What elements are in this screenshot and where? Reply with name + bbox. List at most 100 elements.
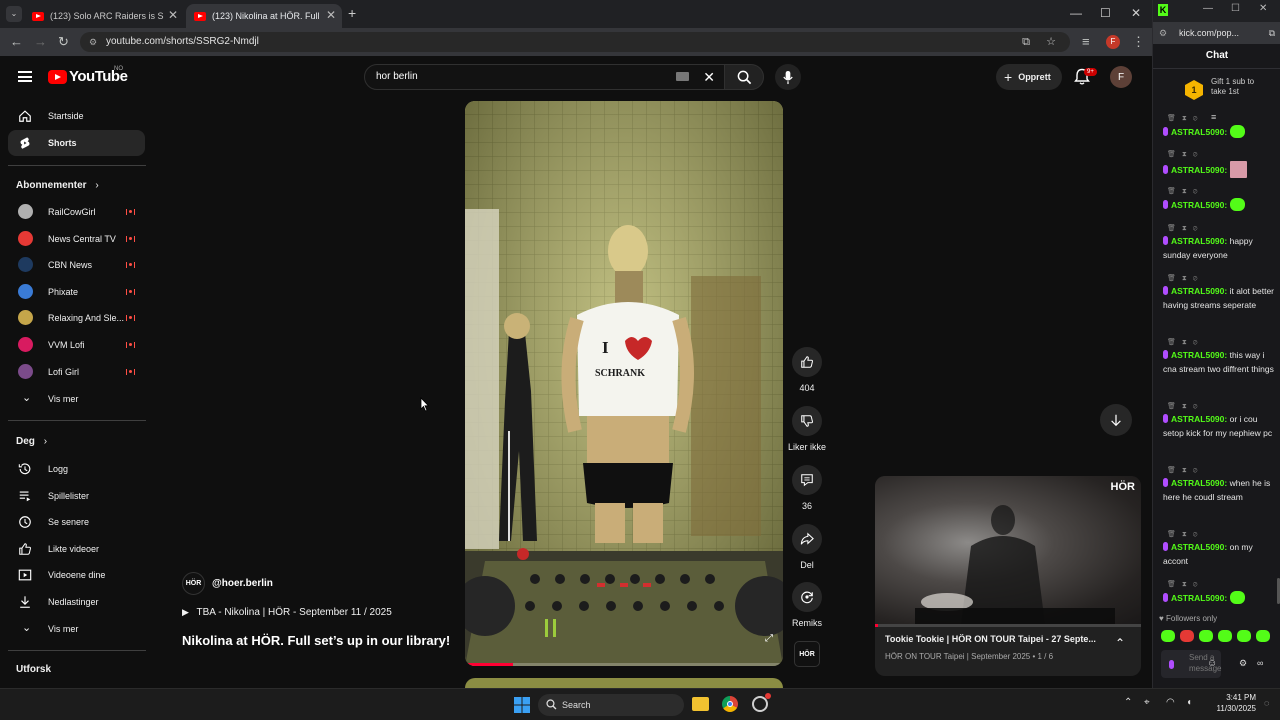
delete-icon[interactable]: 🗑 [1167,275,1182,282]
chat-username[interactable]: ASTRAL5090: [1171,414,1227,424]
miniplayer-progress-track[interactable] [875,624,1141,627]
close-tab-icon[interactable]: ✕ [326,8,336,22]
subscription-item[interactable]: Lofi Girl [8,359,145,385]
tab-arc-raiders[interactable]: (123) Solo ARC Raiders is S ✕ [24,4,184,28]
voice-search-button[interactable] [775,64,801,90]
subscription-item[interactable]: VVM Lofi [8,332,145,358]
browser-menu-icon[interactable]: ⋮ [1132,34,1145,50]
ban-icon[interactable]: ⊘ [1193,339,1204,346]
timeout-icon[interactable]: ⧗ [1182,275,1193,282]
message-mod-tools[interactable]: 🗑⧗⊘ [1167,274,1203,283]
expand-queue-icon[interactable]: ⌃ [1115,636,1125,650]
ban-icon[interactable]: ⊘ [1193,467,1204,474]
minimize-icon[interactable]: — [1203,3,1213,14]
delete-icon[interactable]: 🗑 [1167,151,1182,158]
message-mod-tools[interactable]: 🗑⧗⊘ [1167,224,1203,233]
timeout-icon[interactable]: ⧗ [1182,403,1193,410]
short-progress-track[interactable] [465,663,783,666]
media-control-icon[interactable]: ≡ [1082,34,1090,49]
you-item[interactable]: Se senere [8,509,145,535]
windows-start-icon[interactable] [514,697,530,713]
search-input[interactable]: hor berlin ✕ [364,64,726,90]
message-mod-tools[interactable]: 🗑⧗⊘ [1167,530,1203,539]
subscription-item[interactable]: News Central TV [8,226,145,252]
sidebar-item-shorts[interactable]: Shorts [8,130,145,156]
you-item[interactable]: Logg [8,456,145,482]
keyboard-icon[interactable] [676,72,689,81]
you-header[interactable]: Deg › [16,436,47,447]
back-icon[interactable]: ← [10,34,23,49]
delete-icon[interactable]: 🗑 [1167,115,1182,122]
subscription-item[interactable]: CBN News [8,252,145,278]
chat-users-icon[interactable]: ∞ [1257,658,1263,668]
quick-emote-icon[interactable] [1218,630,1232,642]
subscription-item[interactable]: Phixate [8,279,145,305]
channel-handle[interactable]: @hoer.berlin [212,578,273,589]
chrome-icon[interactable] [722,696,738,712]
taskbar-search[interactable]: Search [538,694,684,716]
comments-button[interactable] [792,465,822,495]
you-item[interactable]: Likte videoer [8,536,145,562]
gift-sub-banner[interactable]: 1 Gift 1 sub to take 1st [1153,70,1280,114]
clock[interactable]: 3:41 PM 11/30/2025 [1206,692,1256,714]
chat-username[interactable]: ASTRAL5090: [1171,236,1227,246]
tab-search-button[interactable]: ⌄ [6,6,22,22]
sidebar-item-home[interactable]: Startside [8,103,145,129]
quick-emote-icon[interactable] [1161,630,1175,642]
install-app-icon[interactable]: ⧉ [1022,32,1030,52]
dislike-button[interactable] [792,406,822,436]
subscriptions-header[interactable]: Abonnementer › [16,180,99,191]
miniplayer[interactable]: HÖR Tookie Tookie | HÖR ON TOUR Taipei -… [875,476,1141,676]
kick-url-bar[interactable]: ⚙ kick.com/pop... ⧉ [1153,22,1280,44]
ban-icon[interactable]: ⊘ [1193,275,1204,282]
delete-icon[interactable]: 🗑 [1167,467,1182,474]
file-explorer-icon[interactable] [692,697,709,711]
timeout-icon[interactable]: ⧗ [1182,581,1193,588]
channel-avatar[interactable]: HÖR [182,572,205,595]
open-app-icon[interactable]: ⧉ [1269,22,1275,44]
site-info-icon[interactable]: ⚙ [1159,22,1167,44]
close-tab-icon[interactable]: ✕ [168,8,178,22]
create-button[interactable]: + Opprett [996,64,1062,90]
ban-icon[interactable]: ⊘ [1193,151,1204,158]
message-mod-tools[interactable]: 🗑⧗⊘ [1167,187,1203,196]
chat-username[interactable]: ASTRAL5090: [1171,165,1227,175]
wifi-icon[interactable]: ◠ [1166,697,1175,708]
quick-emote-icon[interactable] [1180,630,1194,642]
timeout-icon[interactable]: ⧗ [1182,188,1193,195]
chat-username[interactable]: ASTRAL5090: [1171,478,1227,488]
like-action[interactable]: 404 [790,347,824,393]
timeout-icon[interactable]: ⧗ [1182,339,1193,346]
close-window-icon[interactable]: ✕ [1131,6,1141,20]
new-tab-button[interactable]: + [348,5,356,21]
subscription-item[interactable]: Relaxing And Sle... [8,305,145,331]
message-mod-tools[interactable]: 🗑⧗⊘ [1167,466,1203,475]
ban-icon[interactable]: ⊘ [1193,581,1204,588]
short-video-player[interactable]: I SCHRANK ⤢ [465,101,783,666]
close-window-icon[interactable]: ✕ [1259,3,1267,14]
dislike-action[interactable]: Liker ikke [788,406,826,452]
chat-settings-icon[interactable]: ⚙ [1239,658,1247,669]
you-show-more[interactable]: ⌄ Vis mer [8,616,145,642]
tab-nikolina[interactable]: (123) Nikolina at HÖR. Full ✕ [186,4,342,28]
timeout-icon[interactable]: ⧗ [1182,531,1193,538]
network-icon[interactable]: ⌖ [1144,697,1150,708]
timeout-icon[interactable]: ⧗ [1182,115,1193,122]
message-mod-tools[interactable]: 🗑⧗⊘ [1167,402,1203,411]
message-mod-tools[interactable]: 🗑⧗⊘ [1167,114,1203,123]
quick-emote-icon[interactable] [1237,630,1251,642]
ban-icon[interactable]: ⊘ [1193,531,1204,538]
delete-icon[interactable]: 🗑 [1167,581,1182,588]
you-item[interactable]: Spillelister [8,483,145,509]
emote-picker-icon[interactable]: ☺ [1207,658,1217,669]
quick-emote-icon[interactable] [1199,630,1213,642]
message-mod-tools[interactable]: 🗑⧗⊘ [1167,150,1203,159]
share-button[interactable] [792,524,822,554]
fullscreen-icon[interactable]: ⤢ [765,633,773,644]
music-link[interactable]: ▶ TBA - Nikolina | HÖR - September 11 / … [182,607,392,618]
chat-username[interactable]: ASTRAL5090: [1171,593,1227,603]
delete-icon[interactable]: 🗑 [1167,339,1182,346]
delete-icon[interactable]: 🗑 [1167,531,1182,538]
quick-emote-icon[interactable] [1256,630,1270,642]
notification-center-icon[interactable]: ◌ [1264,698,1269,708]
